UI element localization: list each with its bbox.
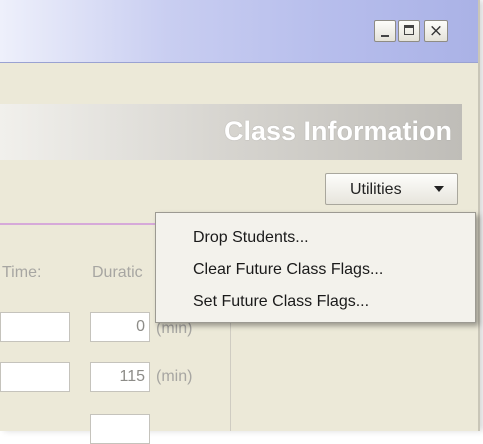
app-window: × Class Information Utilities Time: Dura… [0, 0, 480, 444]
time-label: Time: [2, 264, 42, 281]
duration-label: Duratic [92, 264, 143, 281]
time-input[interactable] [0, 362, 70, 392]
header-band: Class Information [0, 104, 462, 160]
time-input[interactable] [0, 312, 70, 342]
title-bar: × [0, 0, 478, 63]
utilities-menu: Drop Students... Clear Future Class Flag… [155, 212, 476, 323]
close-icon: × [428, 21, 444, 41]
menu-item-drop-students[interactable]: Drop Students... [193, 229, 309, 247]
utilities-dropdown-button[interactable]: Utilities [325, 173, 458, 205]
maximize-icon [404, 25, 414, 35]
menu-item-set-future-class-flags[interactable]: Set Future Class Flags... [193, 293, 369, 311]
duration-unit: (min) [156, 368, 193, 385]
minimize-button[interactable] [374, 20, 396, 42]
divider [0, 223, 160, 225]
close-button[interactable]: × [424, 20, 448, 42]
dropdown-arrow-icon [434, 186, 444, 192]
maximize-button[interactable] [398, 20, 420, 42]
duration-input[interactable]: 115 [90, 362, 150, 392]
duration-input[interactable] [90, 414, 150, 444]
utilities-label: Utilities [350, 181, 402, 198]
duration-input[interactable]: 0 [90, 312, 150, 342]
menu-item-clear-future-class-flags[interactable]: Clear Future Class Flags... [193, 261, 383, 279]
page-title: Class Information [223, 116, 452, 146]
minimize-icon [381, 35, 389, 37]
